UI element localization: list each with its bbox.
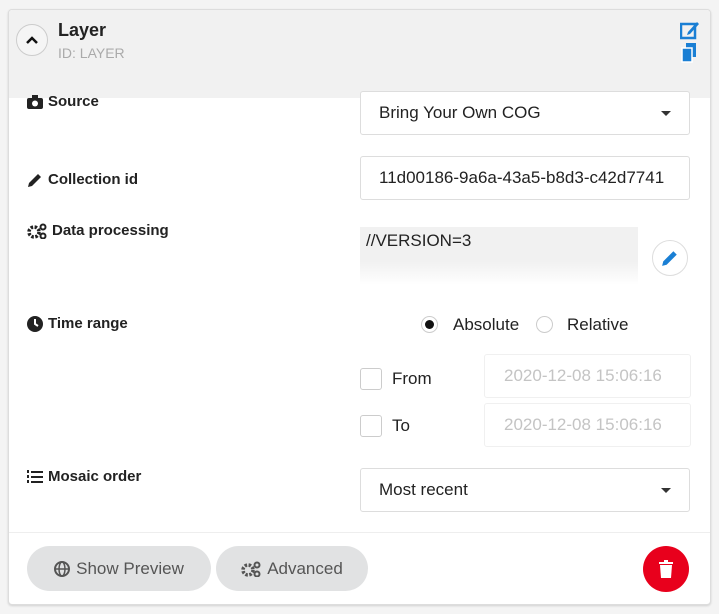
mosaic-label-text: Mosaic order bbox=[48, 468, 142, 485]
mosaic-label: Mosaic order bbox=[27, 468, 141, 485]
from-date-value: 2020-12-08 15:06:16 bbox=[504, 366, 662, 385]
globe-icon bbox=[54, 560, 71, 577]
mosaic-value: Most recent bbox=[379, 480, 468, 499]
layer-title: Layer bbox=[58, 20, 107, 40]
collection-label-text: Collection id bbox=[48, 171, 138, 188]
processing-code[interactable]: //VERSION=3 bbox=[360, 227, 638, 285]
pencil-icon bbox=[28, 173, 41, 187]
to-date-input[interactable]: 2020-12-08 15:06:16 bbox=[484, 403, 691, 447]
cogs-icon bbox=[241, 561, 261, 577]
advanced-label: Advanced bbox=[267, 558, 343, 578]
from-label: From bbox=[392, 369, 432, 388]
caret-down-icon bbox=[661, 111, 671, 116]
time-range-label-text: Time range bbox=[48, 315, 128, 332]
time-range-label: Time range bbox=[27, 315, 128, 332]
caret-down-icon bbox=[661, 488, 671, 493]
collapse-button[interactable] bbox=[16, 24, 48, 56]
source-label: Source bbox=[27, 93, 99, 110]
collection-label: Collection id bbox=[27, 171, 138, 188]
collection-id-value: 11d00186-9a6a-43a5-b8d3-c42d7741 bbox=[379, 168, 665, 187]
relative-label: Relative bbox=[567, 315, 629, 334]
processing-label-text: Data processing bbox=[52, 222, 169, 239]
source-select[interactable]: Bring Your Own COG bbox=[360, 91, 690, 135]
from-checkbox[interactable] bbox=[360, 368, 382, 390]
delete-button[interactable] bbox=[643, 546, 689, 592]
source-value: Bring Your Own COG bbox=[379, 103, 541, 122]
cogs-icon bbox=[27, 223, 47, 239]
chevron-up-icon bbox=[26, 36, 38, 44]
from-date-input[interactable]: 2020-12-08 15:06:16 bbox=[484, 354, 691, 398]
source-label-text: Source bbox=[48, 93, 99, 110]
show-preview-button[interactable]: Show Preview bbox=[27, 546, 211, 591]
layer-card: Layer ID: LAYER Source Bring Your Own CO… bbox=[8, 9, 711, 605]
absolute-label: Absolute bbox=[453, 315, 520, 334]
trash-icon bbox=[659, 560, 673, 578]
edit-script-button[interactable] bbox=[652, 240, 688, 276]
layer-id: ID: LAYER bbox=[58, 45, 125, 61]
relative-radio[interactable] bbox=[536, 316, 553, 333]
layer-header: Layer ID: LAYER bbox=[9, 10, 710, 98]
camera-icon bbox=[27, 94, 43, 109]
to-label: To bbox=[392, 416, 410, 435]
collection-id-input[interactable]: 11d00186-9a6a-43a5-b8d3-c42d7741 bbox=[360, 156, 690, 200]
advanced-button[interactable]: Advanced bbox=[216, 546, 368, 591]
clock-icon bbox=[27, 315, 43, 332]
footer-divider bbox=[9, 532, 710, 533]
mosaic-order-select[interactable]: Most recent bbox=[360, 468, 690, 512]
processing-label: Data processing bbox=[27, 222, 169, 239]
pencil-icon bbox=[662, 251, 677, 266]
to-checkbox[interactable] bbox=[360, 415, 382, 437]
ordered-list-icon bbox=[27, 469, 43, 483]
edit-icon[interactable] bbox=[680, 20, 700, 40]
absolute-radio[interactable] bbox=[421, 316, 438, 333]
show-preview-label: Show Preview bbox=[76, 558, 184, 578]
copy-icon[interactable] bbox=[680, 43, 698, 63]
to-date-value: 2020-12-08 15:06:16 bbox=[504, 415, 662, 434]
